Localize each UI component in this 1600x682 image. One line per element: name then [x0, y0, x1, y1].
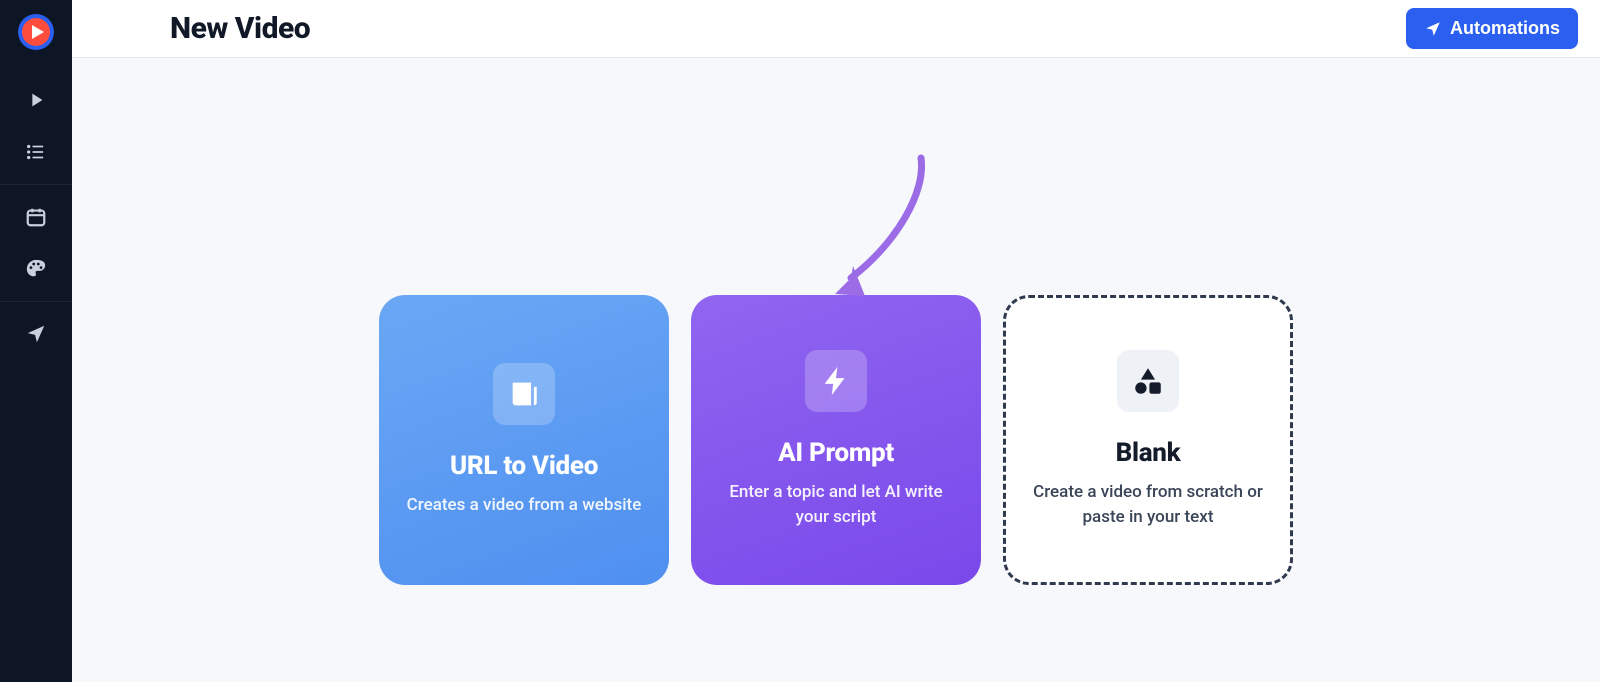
- sidebar-item-automations[interactable]: [0, 308, 72, 360]
- send-icon: [1424, 20, 1442, 38]
- card-url-to-video[interactable]: URL to Video Creates a video from a webs…: [379, 295, 669, 585]
- sidebar-divider-2: [0, 301, 72, 302]
- card-title: URL to Video: [450, 451, 598, 481]
- sidebar: [0, 0, 72, 682]
- sidebar-item-palette[interactable]: [0, 243, 72, 295]
- card-ai-prompt[interactable]: AI Prompt Enter a topic and let AI write…: [691, 295, 981, 585]
- topbar: New Video Automations: [72, 0, 1600, 58]
- card-description: Enter a topic and let AI write your scri…: [713, 480, 959, 529]
- automations-button[interactable]: Automations: [1406, 8, 1578, 49]
- sidebar-item-list[interactable]: [0, 126, 72, 178]
- card-description: Creates a video from a website: [407, 493, 642, 518]
- content: URL to Video Creates a video from a webs…: [72, 58, 1600, 682]
- palette-icon: [25, 258, 47, 280]
- send-icon: [25, 323, 47, 345]
- automations-button-label: Automations: [1450, 18, 1560, 39]
- arrow-annotation: [821, 148, 941, 308]
- card-description: Create a video from scratch or paste in …: [1028, 480, 1268, 529]
- app-logo[interactable]: [16, 12, 56, 52]
- card-blank[interactable]: Blank Create a video from scratch or pas…: [1003, 295, 1293, 585]
- sidebar-item-calendar[interactable]: [0, 191, 72, 243]
- card-title: Blank: [1116, 438, 1181, 468]
- card-title: AI Prompt: [778, 438, 894, 468]
- calendar-icon: [25, 206, 47, 228]
- play-icon: [25, 89, 47, 111]
- page-title: New Video: [170, 11, 310, 46]
- sidebar-item-play[interactable]: [0, 74, 72, 126]
- shapes-icon: [1117, 350, 1179, 412]
- main: New Video Automations URL to Video Creat…: [72, 0, 1600, 682]
- list-icon: [25, 141, 47, 163]
- lightning-icon: [805, 350, 867, 412]
- newspaper-icon: [493, 363, 555, 425]
- sidebar-divider: [0, 184, 72, 185]
